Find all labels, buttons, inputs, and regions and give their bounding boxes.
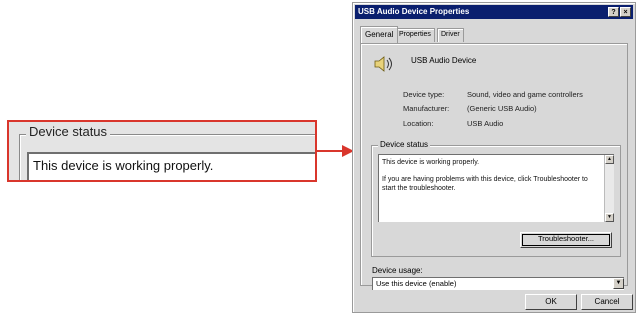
ok-button[interactable]: OK bbox=[525, 294, 577, 310]
device-status-group: Device status This device is working pro… bbox=[371, 140, 621, 257]
device-status-legend: Device status bbox=[378, 140, 431, 149]
location-label: Location: bbox=[403, 119, 434, 128]
properties-dialog: USB Audio Device Properties ? × General … bbox=[352, 2, 636, 313]
zoom-status-legend: Device status bbox=[26, 124, 111, 139]
troubleshooter-button[interactable]: Troubleshooter... bbox=[520, 232, 612, 248]
cancel-button[interactable]: Cancel bbox=[581, 294, 633, 310]
zoom-status-box: This device is working properly. bbox=[27, 152, 315, 180]
device-usage-value: Use this device (enable) bbox=[376, 279, 457, 288]
manufacturer-label: Manufacturer: bbox=[403, 104, 450, 113]
device-name: USB Audio Device bbox=[411, 56, 477, 65]
manufacturer-value: (Generic USB Audio) bbox=[467, 104, 537, 113]
tab-properties[interactable]: Properties bbox=[395, 28, 435, 42]
tab-driver[interactable]: Driver bbox=[437, 28, 464, 42]
location-value: USB Audio bbox=[467, 119, 504, 128]
dialog-title: USB Audio Device Properties bbox=[358, 7, 470, 16]
device-usage-label: Device usage: bbox=[372, 266, 423, 275]
arrow-icon bbox=[316, 145, 354, 157]
scroll-up-icon[interactable]: ▲ bbox=[605, 155, 614, 164]
scroll-down-icon[interactable]: ▼ bbox=[605, 213, 614, 222]
zoom-callout: Device status This device is working pro… bbox=[7, 120, 317, 182]
title-bar[interactable]: USB Audio Device Properties ? × bbox=[355, 5, 633, 19]
speaker-icon bbox=[374, 56, 392, 72]
tab-general[interactable]: General bbox=[360, 26, 399, 43]
status-line-1: This device is working properly. bbox=[382, 159, 480, 166]
status-scrollbar[interactable]: ▲ ▼ bbox=[604, 155, 614, 222]
help-icon[interactable]: ? bbox=[608, 7, 619, 17]
dropdown-arrow-icon[interactable]: ▼ bbox=[613, 278, 624, 289]
device-status-box[interactable]: This device is working properly. If you … bbox=[378, 154, 614, 222]
device-usage-select[interactable]: Use this device (enable) ▼ bbox=[372, 277, 624, 290]
status-line-2: If you are having problems with this dev… bbox=[382, 176, 588, 192]
device-type-label: Device type: bbox=[403, 90, 445, 99]
device-type-value: Sound, video and game controllers bbox=[467, 90, 583, 99]
general-panel: USB Audio Device Device type: Sound, vid… bbox=[360, 43, 628, 290]
close-icon[interactable]: × bbox=[620, 7, 631, 17]
